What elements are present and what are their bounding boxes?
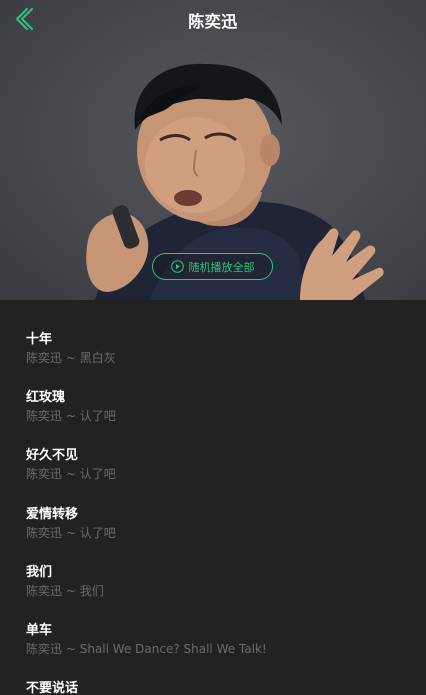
- song-name: 我们: [26, 565, 53, 580]
- artist-page: 陈奕迅 随机播放全部 十年 陈奕迅 ~ 黑白灰 红玫瑰 陈奕迅 ~ 认了吧 好久…: [0, 0, 426, 695]
- song-item[interactable]: 单车 陈奕迅 ~ Shall We Dance? Shall We Talk!: [26, 591, 406, 656]
- song-item[interactable]: 红玫瑰 陈奕迅 ~ 认了吧: [26, 358, 406, 423]
- song-name: 好久不见: [26, 448, 79, 463]
- song-name: 爱情转移: [26, 507, 79, 522]
- artist-hero: 陈奕迅 随机播放全部: [0, 0, 426, 300]
- song-name: 红玫瑰: [26, 390, 66, 405]
- song-name: 不要说话: [26, 681, 79, 695]
- song-name: 单车: [26, 623, 53, 638]
- song-name: 十年: [26, 332, 53, 347]
- page-title: 陈奕迅: [188, 12, 238, 31]
- song-item[interactable]: 不要说话: [26, 649, 406, 695]
- shuffle-play-all-button[interactable]: 随机播放全部: [152, 253, 273, 280]
- song-list: 十年 陈奕迅 ~ 黑白灰 红玫瑰 陈奕迅 ~ 认了吧 好久不见 陈奕迅 ~ 认了…: [0, 300, 426, 695]
- song-item[interactable]: 十年 陈奕迅 ~ 黑白灰: [26, 300, 406, 365]
- song-item[interactable]: 好久不见 陈奕迅 ~ 认了吧: [26, 416, 406, 481]
- song-item[interactable]: 爱情转移 陈奕迅 ~ 认了吧: [26, 475, 406, 540]
- shuffle-play-all-label: 随机播放全部: [188, 260, 255, 274]
- song-item[interactable]: 我们 陈奕迅 ~ 我们: [26, 533, 406, 598]
- play-circle-icon: [170, 260, 184, 273]
